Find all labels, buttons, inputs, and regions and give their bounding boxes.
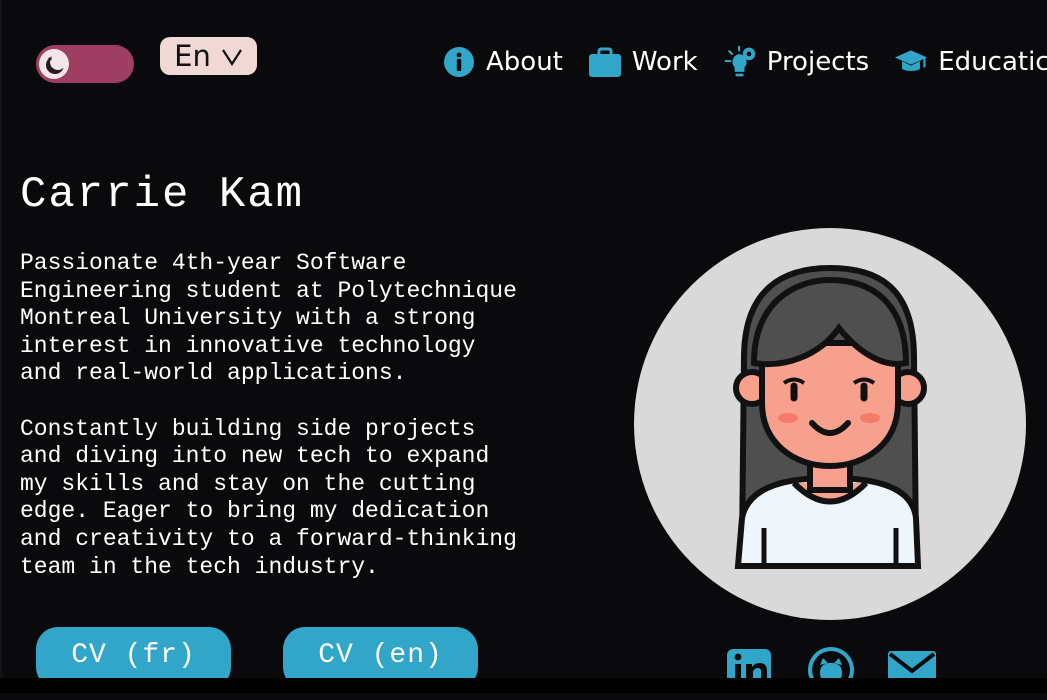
- moon-eye-icon: [39, 49, 69, 79]
- info-icon: [442, 45, 476, 79]
- chevron-down-icon: [221, 49, 242, 67]
- briefcase-icon: [588, 45, 622, 79]
- nav-label-about: About: [486, 47, 563, 77]
- lightbulb-gear-icon: [723, 45, 757, 79]
- nav-item-work[interactable]: Work: [588, 40, 698, 84]
- profile-name: Carrie Kam: [20, 170, 305, 220]
- profile-bio: Passionate 4th-year Software Engineering…: [20, 250, 517, 580]
- main-nav: About Work Projects Educatic: [442, 40, 1047, 84]
- nav-label-education: Educatic: [938, 47, 1047, 77]
- bottom-bar: [0, 678, 1047, 693]
- avatar-illustration: [733, 264, 927, 569]
- nav-label-projects: Projects: [766, 47, 870, 77]
- nav-item-education[interactable]: Educatic: [894, 40, 1047, 84]
- theme-toggle[interactable]: [36, 45, 134, 83]
- graduation-cap-icon: [894, 45, 928, 79]
- avatar: [634, 228, 1026, 620]
- nav-item-about[interactable]: About: [442, 40, 563, 84]
- nav-item-projects[interactable]: Projects: [723, 40, 870, 84]
- language-label: En: [174, 39, 211, 73]
- language-select[interactable]: En: [160, 37, 257, 75]
- nav-label-work: Work: [631, 47, 698, 77]
